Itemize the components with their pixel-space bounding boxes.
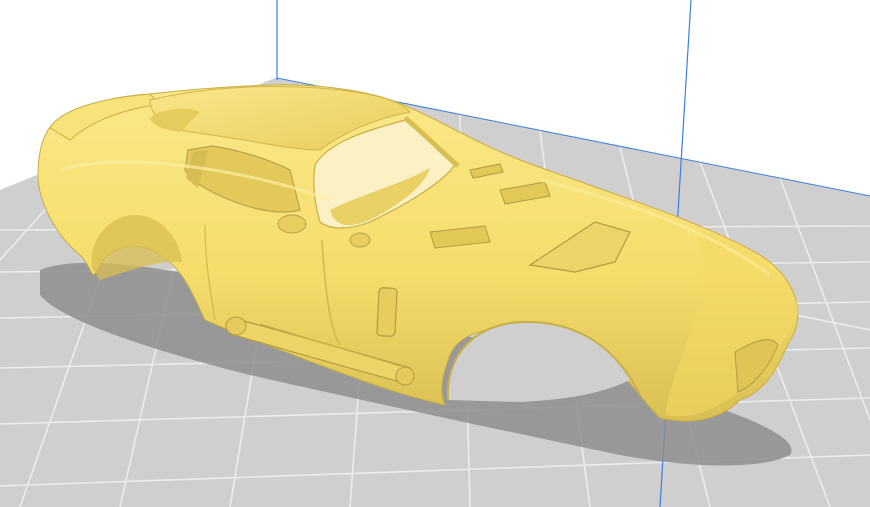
side-mirror-right <box>349 232 371 248</box>
scene-canvas[interactable] <box>0 0 870 507</box>
3d-viewport[interactable] <box>0 0 870 507</box>
side-vent <box>376 287 398 337</box>
side-mirror-left <box>277 214 307 234</box>
